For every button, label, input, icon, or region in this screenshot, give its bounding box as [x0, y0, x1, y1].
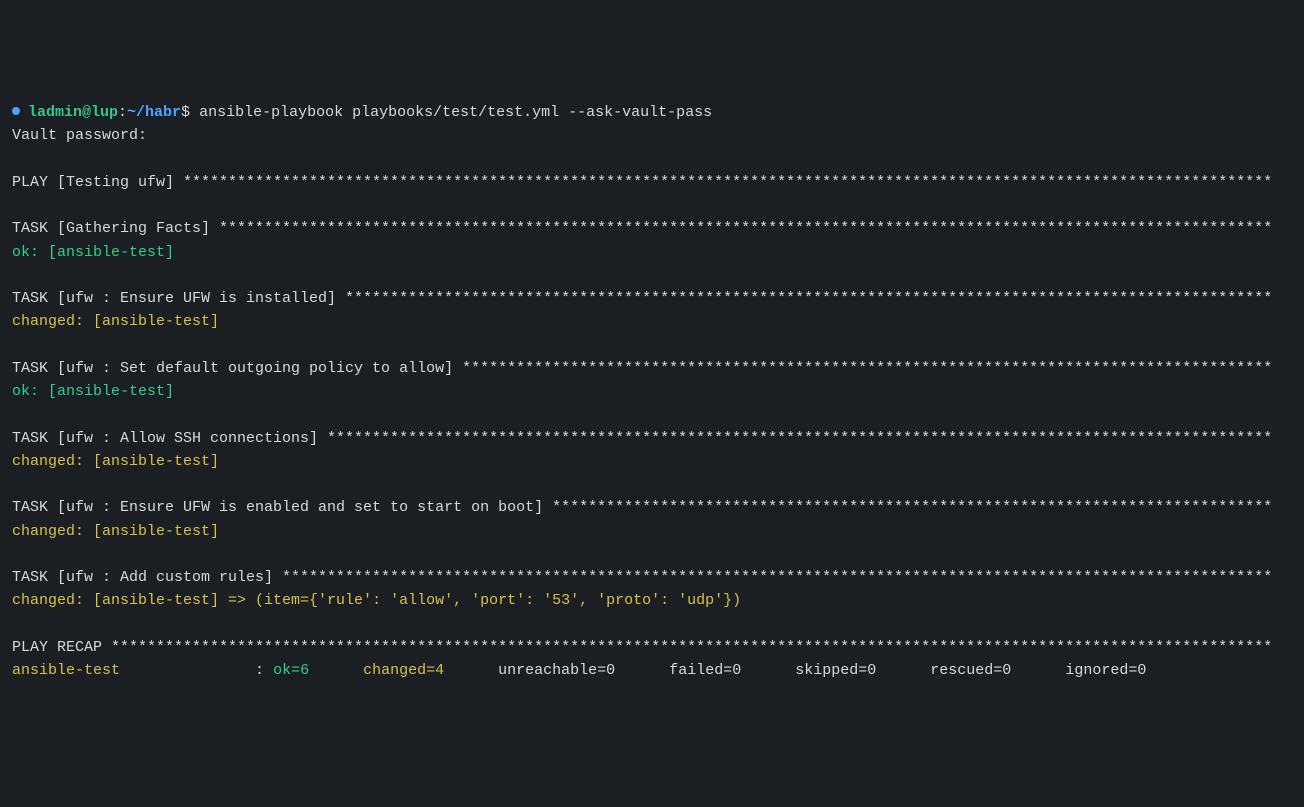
play-recap-header: PLAY RECAP *****************************…: [12, 636, 1292, 659]
task-header: TASK [ufw : Add custom rules] **********…: [12, 566, 1292, 589]
task-status: ok:: [12, 244, 39, 261]
task-status: changed:: [12, 453, 84, 470]
task-host: [ansible-test]: [84, 453, 219, 470]
task-host: [ansible-test]: [39, 244, 174, 261]
recap-changed: changed=4: [363, 662, 471, 679]
recap-ok: ok=6: [273, 662, 336, 679]
task-result: changed: [ansible-test]: [12, 450, 1292, 473]
task-host: [ansible-test]: [84, 523, 219, 540]
task-header: TASK [ufw : Allow SSH connections] *****…: [12, 427, 1292, 450]
prompt-user-host: ladmin@lup: [28, 104, 118, 121]
status-dot-icon: [12, 107, 20, 115]
task-header: TASK [Gathering Facts] *****************…: [12, 217, 1292, 240]
task-host: [ansible-test]: [39, 383, 174, 400]
task-host: [ansible-test] => (item={'rule': 'allow'…: [84, 592, 741, 609]
recap-host: ansible-test: [12, 662, 255, 679]
task-status: changed:: [12, 313, 84, 330]
recap-skipped: skipped=0: [795, 662, 903, 679]
task-status: changed:: [12, 523, 84, 540]
vault-prompt: Vault password:: [12, 124, 1292, 147]
play-header: PLAY [Testing ufw] *********************…: [12, 171, 1292, 194]
task-result: ok: [ansible-test]: [12, 380, 1292, 403]
recap-failed: failed=0: [669, 662, 768, 679]
prompt-line: ladmin@lup:~/habr$ ansible-playbook play…: [12, 101, 1292, 124]
terminal-output[interactable]: ladmin@lup:~/habr$ ansible-playbook play…: [12, 101, 1292, 682]
task-result: changed: [ansible-test]: [12, 310, 1292, 333]
prompt-path: ~/habr: [127, 104, 181, 121]
recap-rescued: rescued=0: [930, 662, 1038, 679]
task-status: ok:: [12, 383, 39, 400]
task-header: TASK [ufw : Ensure UFW is installed] ***…: [12, 287, 1292, 310]
command-text: ansible-playbook playbooks/test/test.yml…: [199, 104, 712, 121]
task-result: changed: [ansible-test]: [12, 520, 1292, 543]
task-result: changed: [ansible-test] => (item={'rule'…: [12, 589, 1292, 612]
task-header: TASK [ufw : Set default outgoing policy …: [12, 357, 1292, 380]
recap-line: ansible-test : ok=6 changed=4 unreachabl…: [12, 659, 1292, 682]
task-result: ok: [ansible-test]: [12, 241, 1292, 264]
task-header: TASK [ufw : Ensure UFW is enabled and se…: [12, 496, 1292, 519]
recap-ignored: ignored=0: [1065, 662, 1146, 679]
task-host: [ansible-test]: [84, 313, 219, 330]
task-status: changed:: [12, 592, 84, 609]
recap-unreachable: unreachable=0: [498, 662, 642, 679]
